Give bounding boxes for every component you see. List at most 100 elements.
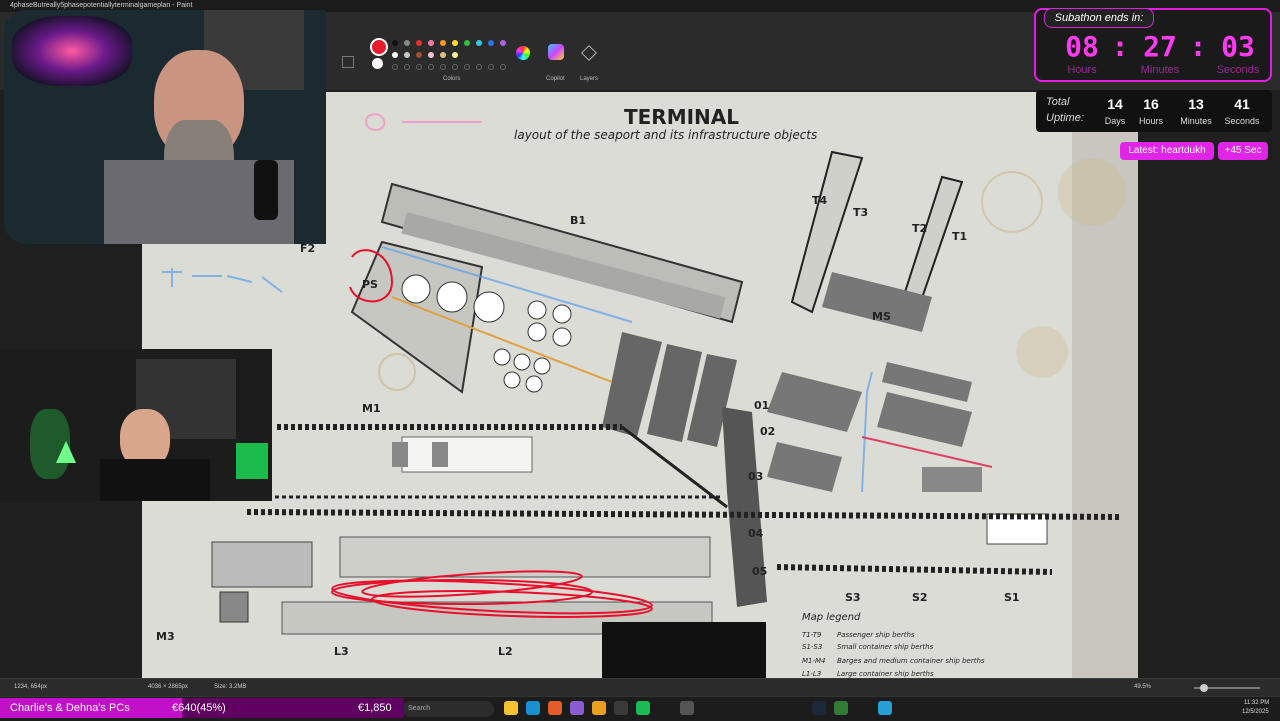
edit-colors-icon[interactable] xyxy=(516,46,530,60)
zoom-slider[interactable] xyxy=(1194,684,1260,692)
uptime-minutes-label: Minutes xyxy=(1180,116,1212,126)
label-t2: T2 xyxy=(912,222,927,235)
galaxy-poster xyxy=(12,16,132,86)
subathon-hours-label: Hours xyxy=(1067,64,1097,76)
color-purple[interactable] xyxy=(500,40,506,46)
app-icon[interactable] xyxy=(834,701,848,715)
legend-text: Large container ship berths xyxy=(837,670,934,678)
subathon-label: Subathon ends in: xyxy=(1044,8,1154,28)
primary-color-swatch[interactable] xyxy=(370,38,388,56)
subathon-seconds: 03 xyxy=(1221,30,1255,63)
zoom-level: 49.5% xyxy=(1134,684,1152,690)
map-subtitle: layout of the seaport and its infrastruc… xyxy=(514,128,817,142)
building-small xyxy=(392,442,408,467)
color-white[interactable] xyxy=(392,52,398,58)
color-empty-6[interactable] xyxy=(452,64,458,70)
app-icon[interactable] xyxy=(548,701,562,715)
timer-colon: : xyxy=(1111,30,1129,63)
color-empty-2[interactable] xyxy=(404,64,410,70)
legend-heading: Map legend xyxy=(802,612,861,623)
tank xyxy=(533,357,551,375)
label-m3: M3 xyxy=(156,630,175,643)
canvas-dimensions: 4036 × 2865px xyxy=(148,684,188,690)
subathon-seconds-label: Seconds xyxy=(1216,64,1260,76)
color-blue[interactable] xyxy=(488,40,494,46)
taskbar-search-placeholder: Search xyxy=(408,705,431,712)
color-lightyellow[interactable] xyxy=(452,52,458,58)
color-empty-10[interactable] xyxy=(500,64,506,70)
taskbar-time: 11:32 PM xyxy=(1244,700,1270,706)
colors-caption: Colors xyxy=(443,76,461,82)
stain xyxy=(1016,326,1068,378)
color-tan[interactable] xyxy=(440,52,446,58)
tank xyxy=(527,300,547,320)
secondary-color-swatch[interactable] xyxy=(372,58,383,69)
color-brown[interactable] xyxy=(416,52,422,58)
taskbar-search[interactable]: Search xyxy=(402,701,494,717)
map-legend: Map legend T1-T9 Passenger ship berths S… xyxy=(802,612,985,678)
window-title: 4phaseButreally5phasepotentiallyterminal… xyxy=(10,2,193,9)
label-t4: T4 xyxy=(812,194,828,207)
spotify-icon[interactable] xyxy=(636,701,650,715)
label-l2: L2 xyxy=(498,645,513,658)
color-empty-5[interactable] xyxy=(440,64,446,70)
file-explorer-icon[interactable] xyxy=(504,701,518,715)
label-s1: S1 xyxy=(1004,591,1020,604)
tank xyxy=(401,274,431,304)
color-gray[interactable] xyxy=(404,40,410,46)
paint-icon[interactable] xyxy=(878,701,892,715)
label-s3: S3 xyxy=(845,591,861,604)
tank xyxy=(525,375,543,393)
color-red[interactable] xyxy=(416,40,422,46)
building-white xyxy=(401,436,533,473)
total-uptime-panel: Total Uptime: 14 16 13 41 Days Hours Min… xyxy=(1036,90,1272,132)
tool-button[interactable] xyxy=(342,56,354,68)
steam-icon[interactable] xyxy=(812,701,826,715)
stain xyxy=(981,171,1043,233)
color-empty-3[interactable] xyxy=(416,64,422,70)
tank xyxy=(552,327,572,347)
color-empty-9[interactable] xyxy=(488,64,494,70)
edge-icon[interactable] xyxy=(526,701,540,715)
paint-status-bar: 1234, 654px 4036 × 2865px Size: 3.2MB 49… xyxy=(0,678,1280,697)
zoom-slider-thumb[interactable] xyxy=(1200,684,1208,692)
color-pink[interactable] xyxy=(428,40,434,46)
layers-button[interactable] xyxy=(581,45,597,61)
app-icon[interactable] xyxy=(570,701,584,715)
color-empty-8[interactable] xyxy=(476,64,482,70)
color-empty-4[interactable] xyxy=(428,64,434,70)
uptime-label-2: Uptime: xyxy=(1046,112,1084,124)
color-empty-1[interactable] xyxy=(392,64,398,70)
webcam-cohost xyxy=(0,349,272,501)
warehouse-lower xyxy=(211,541,313,588)
color-yellow[interactable] xyxy=(452,40,458,46)
chrome-icon[interactable] xyxy=(592,701,606,715)
legend-text: Small container ship berths xyxy=(837,643,934,651)
color-silver[interactable] xyxy=(404,52,410,58)
color-rose[interactable] xyxy=(428,52,434,58)
color-cyan[interactable] xyxy=(476,40,482,46)
legend-code: M1-M4 xyxy=(802,657,826,665)
map-title: TERMINAL xyxy=(624,105,739,129)
uptime-label-1: Total xyxy=(1046,96,1070,108)
app-icon[interactable] xyxy=(614,701,628,715)
stain xyxy=(1058,158,1126,226)
goal-target: €1,850 xyxy=(358,702,392,714)
stain xyxy=(378,353,416,391)
label-05: 05 xyxy=(752,565,767,578)
webcam-streamer xyxy=(4,10,326,244)
color-empty-7[interactable] xyxy=(464,64,470,70)
color-palette[interactable] xyxy=(392,38,512,70)
legend-code: T1-T9 xyxy=(802,631,822,639)
subathon-hours: 08 xyxy=(1065,30,1099,63)
color-black[interactable] xyxy=(392,40,398,46)
donation-goal-bar: Charlie's & Dehna's PCs €640(45%) €1,850 xyxy=(0,698,404,718)
copilot-button[interactable] xyxy=(548,44,564,60)
occluding-black-box xyxy=(602,622,766,678)
color-orange[interactable] xyxy=(440,40,446,46)
label-b1: B1 xyxy=(570,214,586,227)
label-s2: S2 xyxy=(912,591,928,604)
app-icon[interactable] xyxy=(680,701,694,715)
tank xyxy=(473,291,505,323)
color-green[interactable] xyxy=(464,40,470,46)
